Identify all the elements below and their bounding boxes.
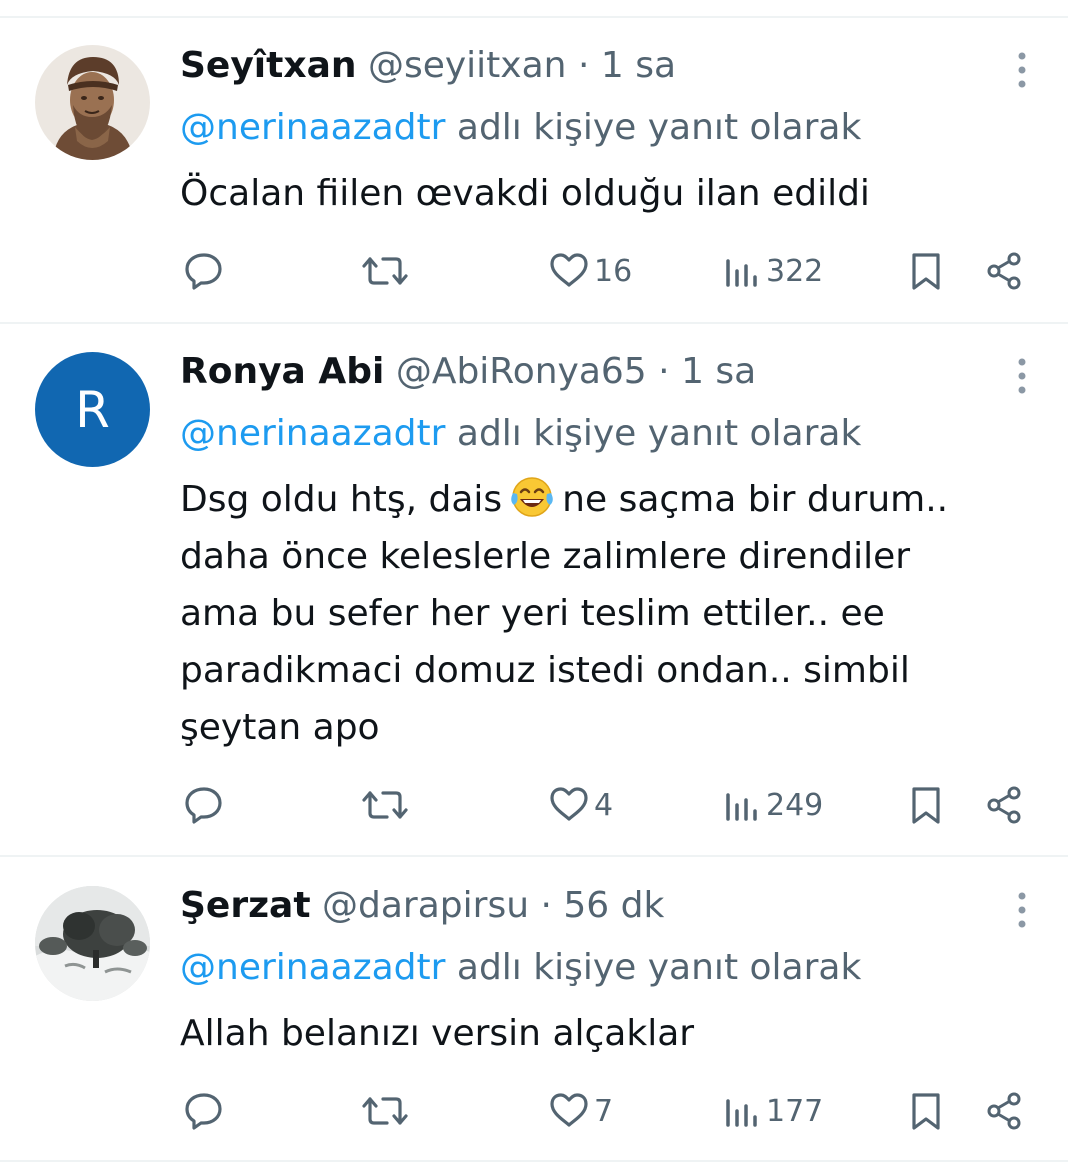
like-count: 16 [594, 253, 633, 289]
like-button[interactable]: 7 [548, 1086, 613, 1136]
bookmark-icon [912, 787, 940, 824]
text-segment: Dsg oldu htş, dais [180, 479, 503, 520]
bookmark-button[interactable] [906, 780, 946, 830]
tweet-text-line: Öcalan fiilen œvakdi olduğu ilan edildi [180, 173, 870, 214]
reply-button[interactable] [182, 246, 226, 296]
tweet-text: Öcalan fiilen œvakdi olduğu ilan edildi [180, 165, 1040, 222]
divider [0, 322, 1068, 324]
share-icon [987, 1092, 1021, 1130]
tweet-text-line: ama bu sefer her yeri teslim ettiler.. e… [180, 593, 885, 634]
view-count: 249 [766, 787, 824, 823]
mention-link[interactable]: @nerinaazadtr [180, 947, 445, 988]
reply-feed: Seyîtxan @seyiitxan · 1 sa @nerinaazadtr… [0, 0, 1068, 1174]
replying-to: @nerinaazadtr adlı kişiye yanıt olarak [180, 946, 861, 990]
heart-icon [550, 787, 588, 821]
more-options-icon[interactable] [1004, 46, 1040, 90]
reply-button[interactable] [182, 1086, 226, 1136]
tweet-text-line: Allah belanızı versin alçaklar [180, 1013, 695, 1054]
display-name[interactable]: Şerzat [180, 885, 311, 926]
user-handle[interactable]: @darapirsu [322, 885, 529, 926]
tweet-header: Seyîtxan @seyiitxan · 1 sa [180, 44, 676, 88]
views-button[interactable]: 177 [722, 1086, 823, 1136]
views-chart-icon [726, 259, 757, 287]
reply-icon [185, 1093, 222, 1130]
heart-icon [550, 253, 588, 287]
tweet-text-line: daha önce keleslerle zalimlere direndile… [180, 536, 911, 577]
user-handle[interactable]: @AbiRonya65 [396, 351, 647, 392]
avatar-letter: R [75, 380, 110, 439]
like-button[interactable]: 4 [548, 780, 613, 830]
like-button[interactable]: 16 [548, 246, 632, 296]
separator-dot: · [658, 351, 670, 392]
view-count: 177 [766, 1093, 824, 1129]
divider [0, 1160, 1068, 1162]
views-chart-icon [726, 793, 757, 821]
user-handle[interactable]: @seyiitxan [368, 45, 567, 86]
action-bar: 4 249 [0, 780, 1068, 830]
timestamp[interactable]: 56 dk [563, 885, 664, 926]
tweet-text-line: şeytan apo [180, 707, 380, 748]
tweet-text: Dsg oldu htş, dais ne saçma bir durum.. … [180, 471, 1040, 756]
bookmark-icon [912, 1093, 940, 1130]
tweet-header: Ronya Abi @AbiRonya65 · 1 sa [180, 350, 756, 394]
display-name[interactable]: Ronya Abi [180, 351, 384, 392]
share-button[interactable] [982, 780, 1026, 830]
reply-suffix: adlı kişiye yanıt olarak [456, 107, 862, 148]
bookmark-icon [912, 253, 940, 290]
repost-button[interactable] [360, 246, 410, 296]
timestamp[interactable]: 1 sa [681, 351, 756, 392]
views-button[interactable]: 249 [722, 780, 823, 830]
timestamp[interactable]: 1 sa [601, 45, 676, 86]
repost-icon [362, 1097, 408, 1125]
avatar[interactable] [35, 45, 150, 160]
repost-icon [362, 791, 408, 819]
tweet-text-line: paradikmaci domuz istedi ondan.. simbil [180, 650, 910, 691]
replying-to: @nerinaazadtr adlı kişiye yanıt olarak [180, 106, 861, 150]
divider [0, 855, 1068, 857]
avatar[interactable] [35, 886, 150, 1001]
like-count: 4 [594, 787, 614, 823]
repost-button[interactable] [360, 780, 410, 830]
bookmark-button[interactable] [906, 246, 946, 296]
share-icon [987, 786, 1021, 824]
more-options-icon[interactable] [1004, 352, 1040, 396]
tweet-header: Şerzat @darapirsu · 56 dk [180, 884, 664, 928]
repost-button[interactable] [360, 1086, 410, 1136]
more-options-icon[interactable] [1004, 886, 1040, 930]
display-name[interactable]: Seyîtxan [180, 45, 357, 86]
text-segment: ne saçma bir durum.. [562, 479, 949, 520]
snowy-tree-photo-icon [35, 886, 150, 1001]
separator-dot: · [540, 885, 552, 926]
heart-icon [550, 1093, 588, 1127]
reply-suffix: adlı kişiye yanıt olarak [456, 947, 862, 988]
tweet-text-line: Dsg oldu htş, dais ne saçma bir durum.. [180, 471, 1040, 528]
bust-statue-photo-icon [35, 45, 150, 160]
share-icon [987, 252, 1021, 290]
repost-icon [362, 257, 408, 285]
views-chart-icon [726, 1099, 757, 1127]
replying-to: @nerinaazadtr adlı kişiye yanıt olarak [180, 412, 861, 456]
mention-link[interactable]: @nerinaazadtr [180, 107, 445, 148]
reply-suffix: adlı kişiye yanıt olarak [456, 413, 862, 454]
avatar[interactable]: R [35, 352, 150, 467]
share-button[interactable] [982, 246, 1026, 296]
view-count: 322 [766, 253, 824, 289]
tweet-text: Allah belanızı versin alçaklar [180, 1005, 1040, 1062]
reply-icon [185, 253, 222, 290]
action-bar: 16 322 [0, 246, 1068, 296]
share-button[interactable] [982, 1086, 1026, 1136]
reply-icon [185, 787, 222, 824]
laughing-tears-emoji-icon [511, 477, 553, 517]
separator-dot: · [577, 45, 590, 86]
like-count: 7 [594, 1093, 614, 1129]
action-bar: 7 177 [0, 1086, 1068, 1136]
reply-button[interactable] [182, 780, 226, 830]
divider [0, 16, 1068, 18]
bookmark-button[interactable] [906, 1086, 946, 1136]
views-button[interactable]: 322 [722, 246, 823, 296]
mention-link[interactable]: @nerinaazadtr [180, 413, 445, 454]
